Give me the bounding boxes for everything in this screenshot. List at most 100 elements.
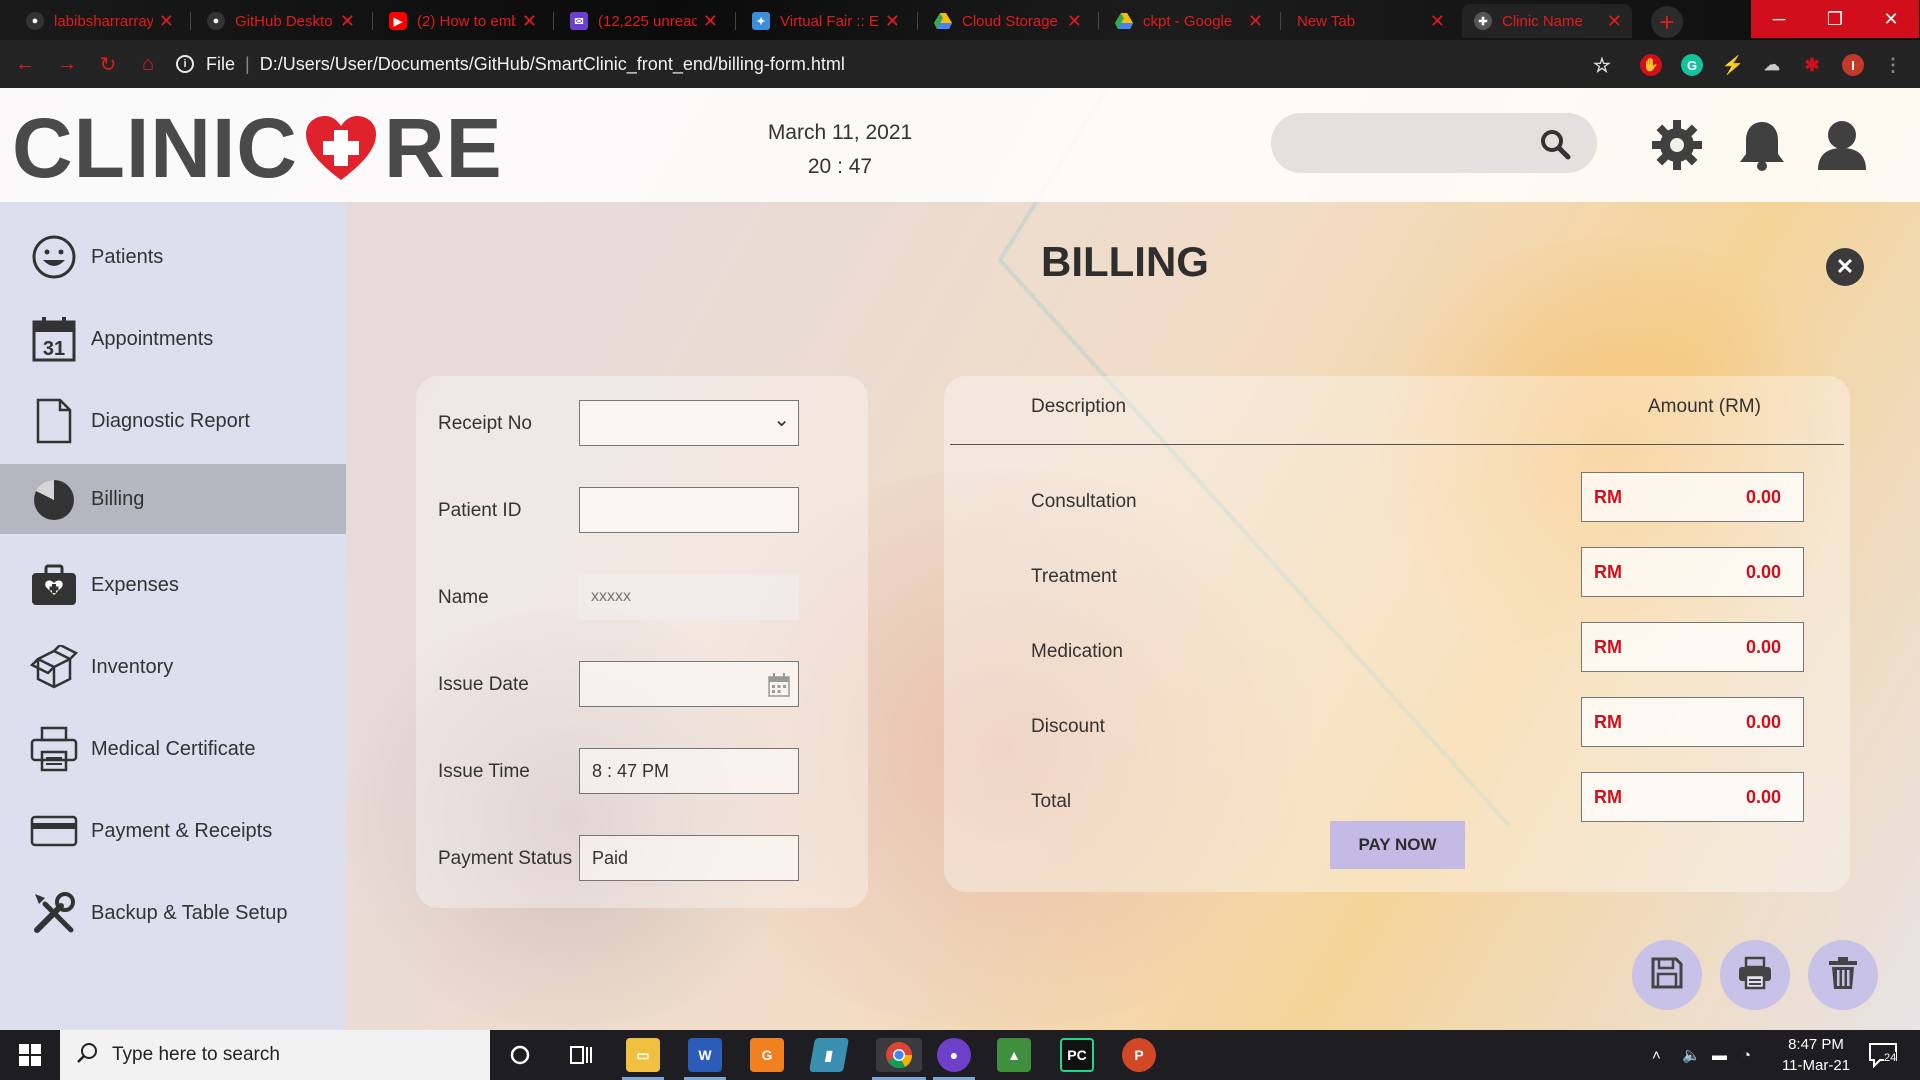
sidebar-item-billing[interactable]: Billing	[0, 464, 346, 534]
sidebar-item-label: Inventory	[91, 655, 174, 678]
taskbar-search-placeholder: Type here to search	[112, 1044, 280, 1065]
taskbar-clock[interactable]: 8:47 PM 11-Mar-21	[1768, 1034, 1864, 1076]
issue-time-input[interactable]: 8 : 47 PM	[579, 748, 799, 794]
user-avatar-icon[interactable]	[1816, 118, 1868, 177]
windows-start-icon[interactable]	[0, 1030, 60, 1080]
powerpoint-icon[interactable]: P	[1122, 1038, 1156, 1072]
patient-id-label: Patient ID	[438, 500, 522, 521]
sidebar-item-expenses[interactable]: Expenses	[0, 550, 346, 620]
clinicare-logo[interactable]: CLINIC RE	[12, 106, 503, 190]
forward-arrow-icon[interactable]: →	[56, 53, 78, 75]
bell-icon[interactable]	[1738, 118, 1786, 177]
sidebar-item-backup-table-setup[interactable]: Backup & Table Setup	[0, 878, 346, 948]
tab-github-profile[interactable]: ● labibsharrarray ✕	[14, 4, 184, 38]
tab-virtual-fair[interactable]: ✦ Virtual Fair :: Ex ✕	[740, 4, 910, 38]
credit-card-icon	[30, 807, 78, 855]
print-button[interactable]	[1720, 940, 1790, 1010]
consultation-amount-field[interactable]: RM 0.00	[1581, 472, 1804, 522]
browser-menu-icon[interactable]: ⋮	[1882, 54, 1904, 76]
puzzle-extensions-icon[interactable]: ✱	[1801, 54, 1823, 76]
sidebar-item-appointments[interactable]: 31 Appointments	[0, 304, 346, 374]
cortana-icon[interactable]	[503, 1038, 537, 1072]
new-tab-button[interactable]: +	[1651, 6, 1683, 38]
gear-icon[interactable]	[1650, 118, 1704, 177]
back-arrow-icon[interactable]: ←	[14, 53, 36, 75]
tab-close-icon[interactable]: ✕	[1430, 11, 1445, 32]
bookmark-star-icon[interactable]: ☆	[1591, 54, 1613, 77]
sidebar-item-medical-certificate[interactable]: Medical Certificate	[0, 714, 346, 784]
close-icon[interactable]: ✕	[1826, 248, 1864, 286]
home-icon[interactable]: ⌂	[137, 53, 159, 75]
url-text[interactable]: D:/Users/User/Documents/GitHub/SmartClin…	[260, 54, 845, 75]
discount-amount-field[interactable]: RM 0.00	[1581, 697, 1804, 747]
grammarly-extension-icon[interactable]: G	[1681, 54, 1703, 76]
receipt-no-select[interactable]	[579, 400, 799, 446]
sidebar-item-patients[interactable]: Patients	[0, 222, 346, 292]
patient-id-input[interactable]	[579, 487, 799, 533]
tab-clinic-name[interactable]: ✚ Clinic Name ✕	[1462, 4, 1632, 38]
search-icon[interactable]	[1539, 128, 1571, 165]
tab-github-desktop[interactable]: ● GitHub Deskto ✕	[195, 4, 365, 38]
issue-time-label: Issue Time	[438, 761, 530, 782]
tab-close-icon[interactable]: ✕	[1248, 11, 1263, 32]
tab-new-tab[interactable]: New Tab ✕	[1285, 4, 1455, 38]
sidebar-item-diagnostic-report[interactable]: Diagnostic Report	[0, 386, 346, 456]
medication-amount-field[interactable]: RM 0.00	[1581, 622, 1804, 672]
task-view-icon[interactable]	[564, 1038, 598, 1072]
issue-date-input[interactable]	[579, 661, 799, 707]
taskbar-search-input[interactable]: Type here to search	[60, 1030, 490, 1080]
chevron-up-icon[interactable]: ˄	[1652, 1030, 1661, 1080]
treatment-amount-field[interactable]: RM 0.00	[1581, 547, 1804, 597]
profile-avatar-icon[interactable]: I	[1842, 54, 1864, 76]
tab-close-icon[interactable]: ✕	[1607, 11, 1622, 32]
pdf-reader-icon[interactable]: G	[750, 1038, 784, 1072]
maximize-button[interactable]: ❐	[1807, 0, 1863, 38]
file-explorer-icon[interactable]: ▭	[622, 1038, 664, 1080]
battery-icon[interactable]: ▬	[1712, 1030, 1727, 1080]
wifi-icon[interactable]: ◔	[1742, 1030, 1751, 1080]
tab-mail[interactable]: ✉ (12,225 unread ✕	[558, 4, 728, 38]
github-desktop-icon[interactable]: ●	[933, 1038, 975, 1080]
delete-button[interactable]	[1808, 940, 1878, 1010]
tab-close-icon[interactable]: ✕	[522, 11, 537, 32]
tab-close-icon[interactable]: ✕	[885, 11, 900, 32]
volume-icon[interactable]: 🔈	[1682, 1030, 1701, 1080]
notepad-icon[interactable]: ▮	[809, 1038, 849, 1072]
tab-close-icon[interactable]: ✕	[159, 11, 174, 32]
image-viewer-icon[interactable]: ▲	[997, 1038, 1031, 1072]
tab-youtube[interactable]: ▶ (2) How to emb ✕	[377, 4, 547, 38]
close-window-button[interactable]: ✕	[1863, 0, 1919, 38]
tab-close-icon[interactable]: ✕	[1067, 11, 1082, 32]
minimize-button[interactable]: ─	[1751, 0, 1807, 38]
pay-now-button[interactable]: PAY NOW	[1330, 821, 1465, 869]
chrome-icon[interactable]	[872, 1038, 926, 1080]
sidebar-item-inventory[interactable]: Inventory	[0, 632, 346, 702]
notification-center-icon[interactable]: 24	[1868, 1030, 1898, 1080]
search-input[interactable]	[1271, 113, 1597, 173]
payment-status-input[interactable]: Paid	[579, 835, 799, 881]
sidebar-item-label: Expenses	[91, 573, 179, 596]
sidebar-item-payment-receipts[interactable]: Payment & Receipts	[0, 796, 346, 866]
table-divider	[950, 444, 1844, 445]
pycharm-icon[interactable]: PC	[1060, 1038, 1094, 1072]
windows-taskbar: Type here to search ▭ W G ▮ ● ▲ PC P ˄ 🔈…	[0, 1030, 1920, 1080]
calendar-picker-icon[interactable]	[768, 673, 790, 702]
tab-title: New Tab	[1297, 12, 1356, 30]
adblock-extension-icon[interactable]: ✋	[1640, 54, 1662, 76]
tab-title: (2) How to emb	[417, 12, 516, 30]
omnibox[interactable]: i File | D:/Users/User/Documents/GitHub/…	[176, 46, 1616, 82]
tab-ckpt-drive[interactable]: ckpt - Google ✕	[1103, 4, 1273, 38]
tab-close-icon[interactable]: ✕	[703, 11, 718, 32]
lightning-extension-icon[interactable]: ⚡	[1722, 54, 1744, 76]
save-button[interactable]	[1632, 940, 1702, 1010]
tab-close-icon[interactable]: ✕	[340, 11, 355, 32]
reload-icon[interactable]: ↻	[97, 53, 119, 76]
page-title: BILLING	[1041, 238, 1209, 285]
sidebar-item-label: Diagnostic Report	[91, 409, 250, 432]
info-icon[interactable]: i	[176, 55, 194, 73]
name-field: xxxxx	[579, 574, 799, 620]
word-icon[interactable]: W	[684, 1038, 726, 1080]
cloud-extension-icon[interactable]: ☁	[1761, 54, 1783, 76]
printer-icon	[30, 725, 78, 773]
tab-cloud-storage[interactable]: Cloud Storage ✕	[922, 4, 1092, 38]
